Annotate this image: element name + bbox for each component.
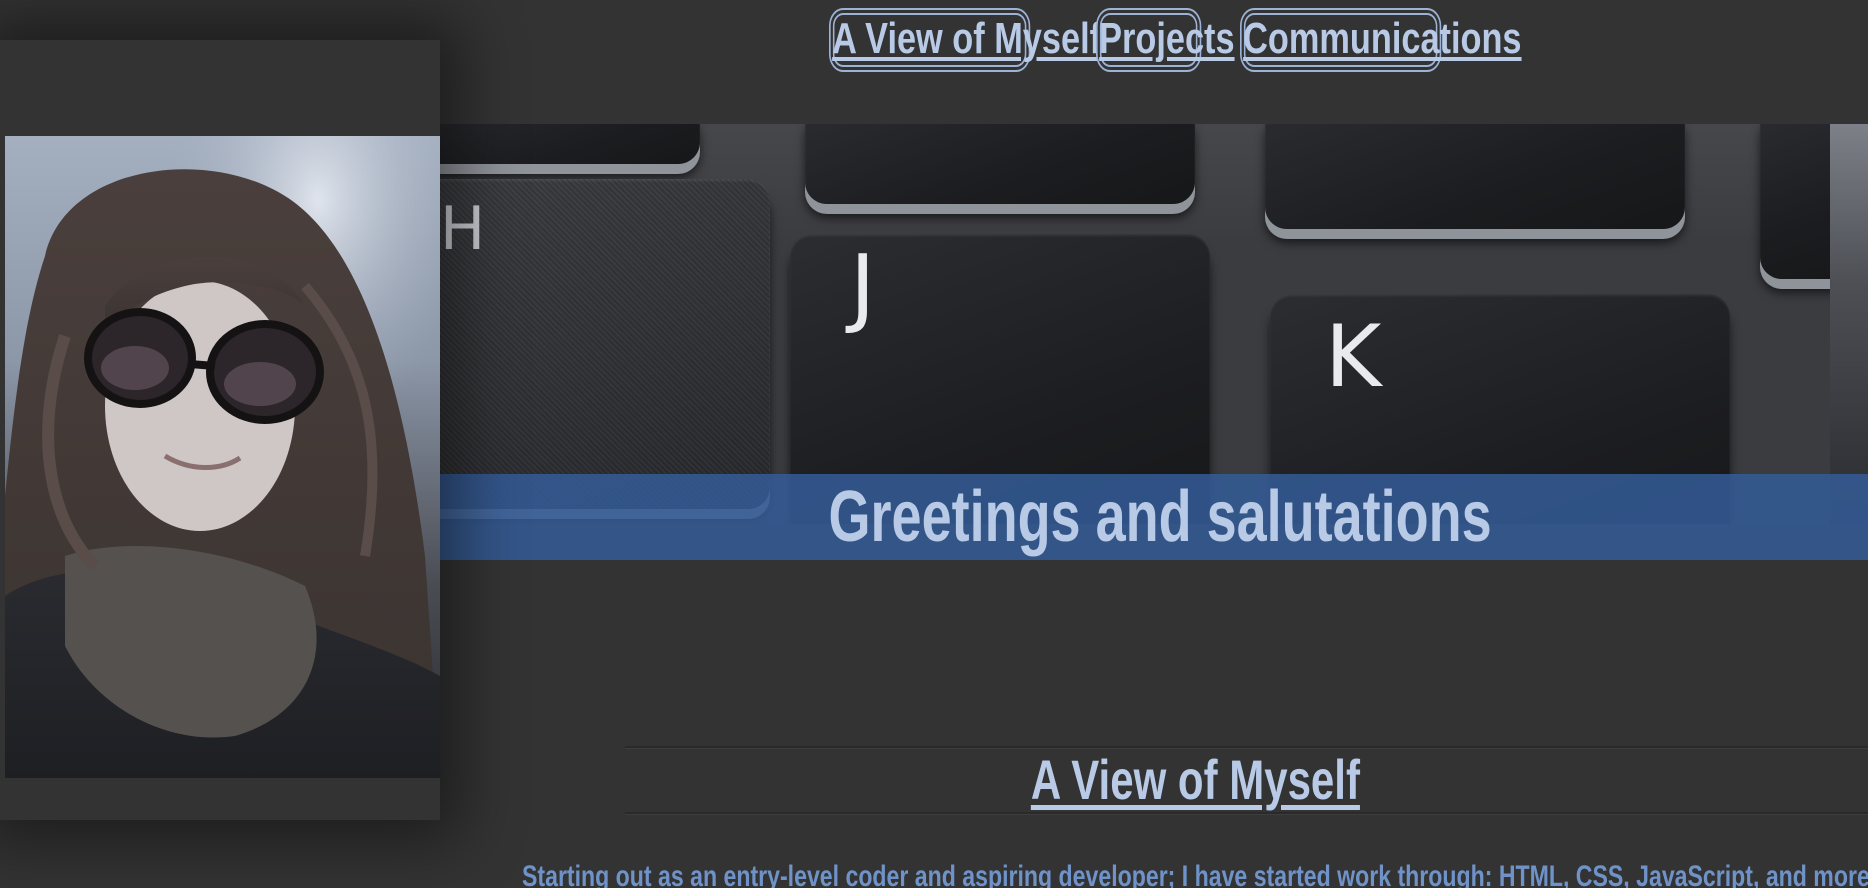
- nav-item-wrapper: Projects: [1096, 8, 1235, 72]
- key-label-h: H: [440, 194, 486, 264]
- banner-edge: [1830, 124, 1868, 524]
- page: A View of Myself Projects Communications…: [0, 0, 1868, 888]
- nav-link-projects[interactable]: Projects: [1096, 8, 1235, 72]
- keycap: [805, 124, 1195, 204]
- key-label-k: K: [1325, 307, 1382, 407]
- top-nav: A View of Myself Projects Communications: [829, 8, 1522, 72]
- keycap: [1265, 124, 1685, 229]
- nav-link-communications[interactable]: Communications: [1240, 8, 1522, 72]
- key-label-j: J: [850, 237, 876, 337]
- greeting-heading-text: Greetings and salutations: [828, 477, 1492, 557]
- nav-item-wrapper: Communications: [1240, 8, 1522, 72]
- profile-photo-illustration: [5, 136, 440, 778]
- section-divider-bottom: [625, 812, 1868, 814]
- greeting-heading: Greetings and salutations: [440, 474, 1868, 560]
- section-title-text: A View of Myself: [1030, 748, 1360, 811]
- nav-item-wrapper: A View of Myself: [829, 8, 1101, 72]
- nav-link-view-of-myself[interactable]: A View of Myself: [829, 8, 1101, 72]
- profile-photo: [5, 136, 440, 778]
- keycap: [440, 124, 700, 164]
- keycap: [1760, 124, 1830, 279]
- keycap-h: H: [440, 179, 770, 509]
- banner-keyboard-image: H J K: [440, 124, 1830, 524]
- intro-paragraph: Starting out as an entry-level coder and…: [522, 860, 1868, 888]
- section-title: A View of Myself: [625, 750, 1765, 810]
